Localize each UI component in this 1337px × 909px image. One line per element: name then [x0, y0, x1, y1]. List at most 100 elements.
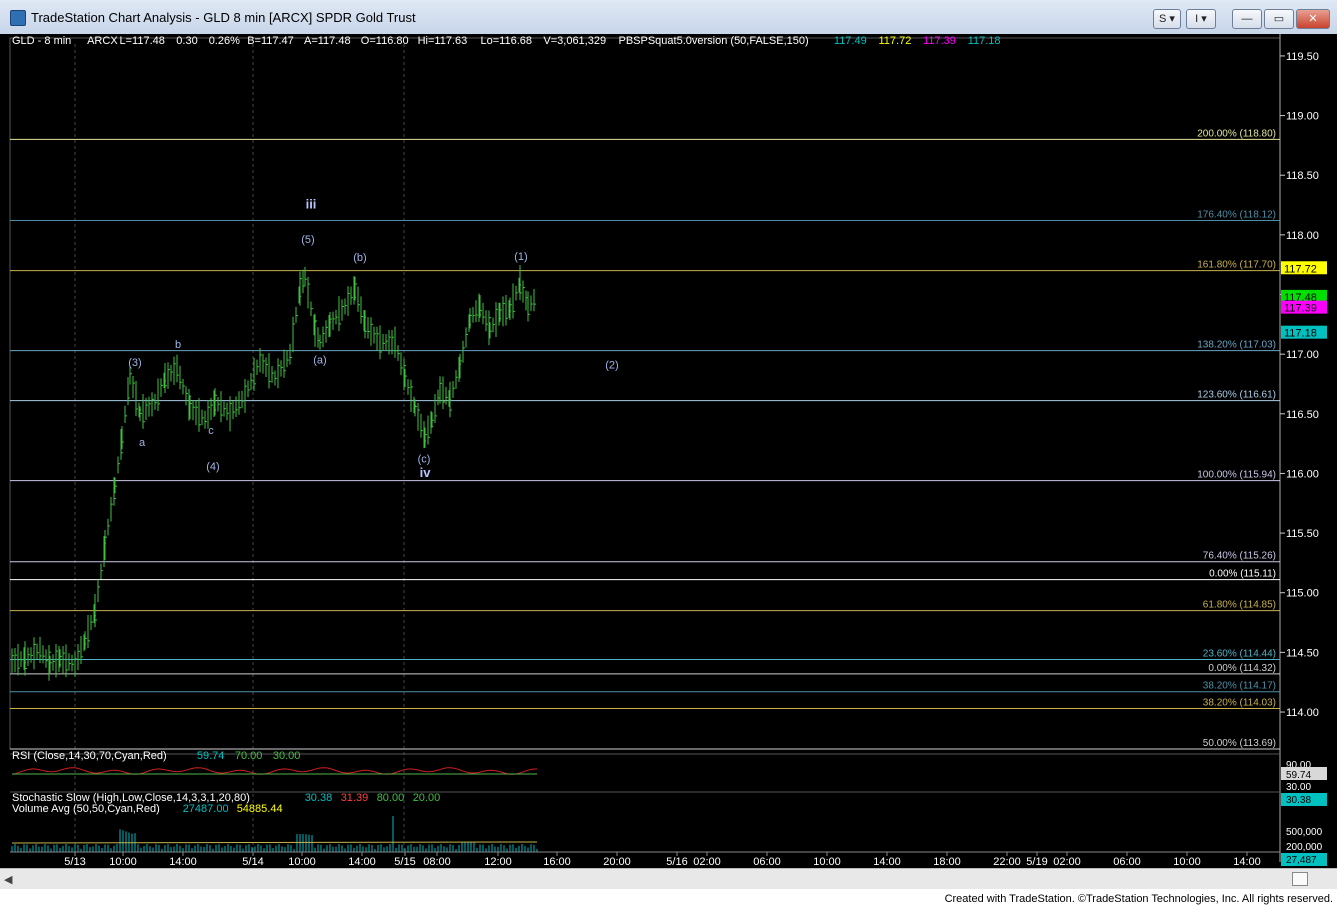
wave-label-8: a [139, 437, 146, 449]
x-tick-label-9: 16:00 [543, 856, 571, 868]
y-tick-label-0: 119.50 [1286, 51, 1319, 63]
header-item-3: 0.30 [176, 35, 197, 47]
header-item-10: V=3,061,329 [543, 35, 606, 47]
fib-label-6: 76.40% (115.26) [1203, 551, 1276, 562]
y-tick-label-1: 119.00 [1286, 111, 1319, 123]
x-tick-label-6: 5/15 [394, 856, 415, 868]
stoch-d: 31.39 [341, 792, 369, 804]
close-button[interactable]: ✕ [1296, 9, 1330, 29]
x-tick-label-20: 06:00 [1113, 856, 1141, 868]
title-bar: TradeStation Chart Analysis - GLD 8 min … [0, 0, 1337, 35]
price-pane-frame [9, 37, 1281, 750]
wave-label-7: (2) [605, 359, 618, 371]
scroll-thumb[interactable] [1292, 872, 1308, 886]
header-item-6: A=117.48 [304, 35, 351, 47]
volume-avg-2: 54885.44 [237, 803, 283, 815]
tradestation-app-icon [10, 10, 26, 26]
wave-label-10: (4) [206, 461, 219, 473]
header-item-15: 117.18 [968, 35, 1001, 47]
x-tick-label-16: 18:00 [933, 856, 961, 868]
footer: Created with TradeStation. ©TradeStation… [0, 889, 1337, 909]
rsi-overbought: 70.00 [235, 750, 263, 762]
header-item-7: O=116.80 [361, 35, 409, 47]
x-tick-label-14: 10:00 [813, 856, 841, 868]
price-tag-3: 117.18 [1284, 328, 1317, 340]
x-tick-label-22: 14:00 [1233, 856, 1261, 868]
header-item-0: GLD - 8 min [12, 35, 71, 47]
wave-label-4: (3) [128, 357, 141, 369]
x-tick-label-12: 02:00 [693, 856, 721, 868]
window-title: TradeStation Chart Analysis - GLD 8 min … [31, 10, 416, 25]
fib-label-12: 38.20% (114.03) [1203, 697, 1276, 708]
fib-label-2: 161.80% (117.70) [1197, 260, 1276, 271]
fib-label-9: 23.60% (114.44) [1203, 649, 1276, 660]
fib-label-1: 176.40% (118.12) [1197, 210, 1276, 221]
price-tag-0: 117.72 [1284, 263, 1317, 275]
header-item-14: 117.39 [923, 35, 956, 47]
x-tick-label-4: 10:00 [288, 856, 316, 868]
x-tick-label-0: 5/13 [64, 856, 85, 868]
fib-label-5: 100.00% (115.94) [1197, 470, 1276, 481]
minimize-button[interactable]: — [1232, 9, 1262, 29]
y-tick-label-10: 114.50 [1286, 647, 1319, 659]
stoch-tag: 30.38 [1286, 795, 1311, 806]
rsi-oversold: 30.00 [273, 750, 301, 762]
fib-label-11: 38.20% (114.17) [1203, 681, 1276, 692]
scroll-left-arrow-icon[interactable]: ◀ [4, 873, 12, 886]
header-item-1: ARCX [87, 35, 118, 47]
header-item-9: Lo=116.68 [481, 35, 533, 47]
fib-label-10: 0.00% (114.32) [1208, 663, 1276, 674]
y-tick-label-11: 114.00 [1286, 707, 1319, 719]
x-tick-label-7: 08:00 [423, 856, 451, 868]
x-tick-label-2: 14:00 [169, 856, 197, 868]
stoch-lower: 20.00 [413, 792, 441, 804]
wave-label-12: iv [420, 465, 432, 480]
x-tick-label-8: 12:00 [484, 856, 512, 868]
stoch-upper: 80.00 [377, 792, 405, 804]
header-item-11: PBSPSquat5.0version (50,FALSE,150) [619, 35, 809, 47]
x-tick-label-1: 10:00 [109, 856, 137, 868]
x-tick-label-11: 5/16 [666, 856, 687, 868]
x-tick-label-10: 20:00 [603, 856, 631, 868]
wave-label-0: iii [306, 197, 317, 212]
wave-label-2: (b) [353, 252, 366, 264]
chart-svg[interactable]: 119.50119.00118.50118.00117.50117.00116.… [0, 34, 1337, 868]
price-tag-2: 117.39 [1284, 303, 1317, 315]
x-tick-label-15: 14:00 [873, 856, 901, 868]
volume-tag: 27,487 [1286, 855, 1317, 866]
header-item-5: B=117.47 [247, 35, 294, 47]
wave-label-6: (a) [313, 355, 326, 367]
y-tick-label-8: 115.50 [1286, 528, 1319, 540]
header-item-13: 117.72 [879, 35, 912, 47]
y-tick-label-6: 116.50 [1286, 409, 1319, 421]
y-tick-label-9: 115.00 [1286, 588, 1319, 600]
chart-area[interactable]: 119.50119.00118.50118.00117.50117.00116.… [0, 34, 1337, 868]
maximize-button[interactable]: ▭ [1264, 9, 1294, 29]
indicator-i-dropdown-button[interactable]: I ▾ [1186, 9, 1216, 29]
rsi-tick-2: 30.00 [1286, 782, 1311, 793]
header-item-12: 117.49 [834, 35, 867, 47]
fib-label-13: 50.00% (113.69) [1203, 738, 1276, 749]
header-item-2: L=117.48 [120, 35, 165, 47]
copyright-text: Created with TradeStation. ©TradeStation… [944, 893, 1333, 905]
fib-label-3: 138.20% (117.03) [1197, 340, 1276, 351]
volume-avg-line [11, 841, 538, 844]
price-bars [11, 265, 536, 681]
y-tick-label-3: 118.00 [1286, 230, 1319, 242]
horizontal-scrollbar[interactable]: ◀ [0, 868, 1337, 889]
style-s-dropdown-button[interactable]: S ▾ [1153, 9, 1181, 29]
y-tick-label-2: 118.50 [1286, 170, 1319, 182]
wave-label-3: (1) [514, 251, 527, 263]
wave-label-5: b [175, 339, 181, 351]
header-item-8: Hi=117.63 [418, 35, 468, 47]
fib-label-0: 200.00% (118.80) [1197, 128, 1276, 139]
y-tick-label-5: 117.00 [1286, 349, 1319, 361]
x-tick-label-3: 5/14 [242, 856, 263, 868]
wave-label-9: c [208, 425, 214, 437]
wave-label-1: (5) [301, 234, 314, 246]
x-tick-label-17: 22:00 [993, 856, 1021, 868]
fib-label-7: 0.00% (115.11) [1209, 569, 1276, 580]
header-item-4: 0.26% [209, 35, 240, 47]
x-tick-label-5: 14:00 [348, 856, 376, 868]
rsi-line [11, 767, 537, 775]
